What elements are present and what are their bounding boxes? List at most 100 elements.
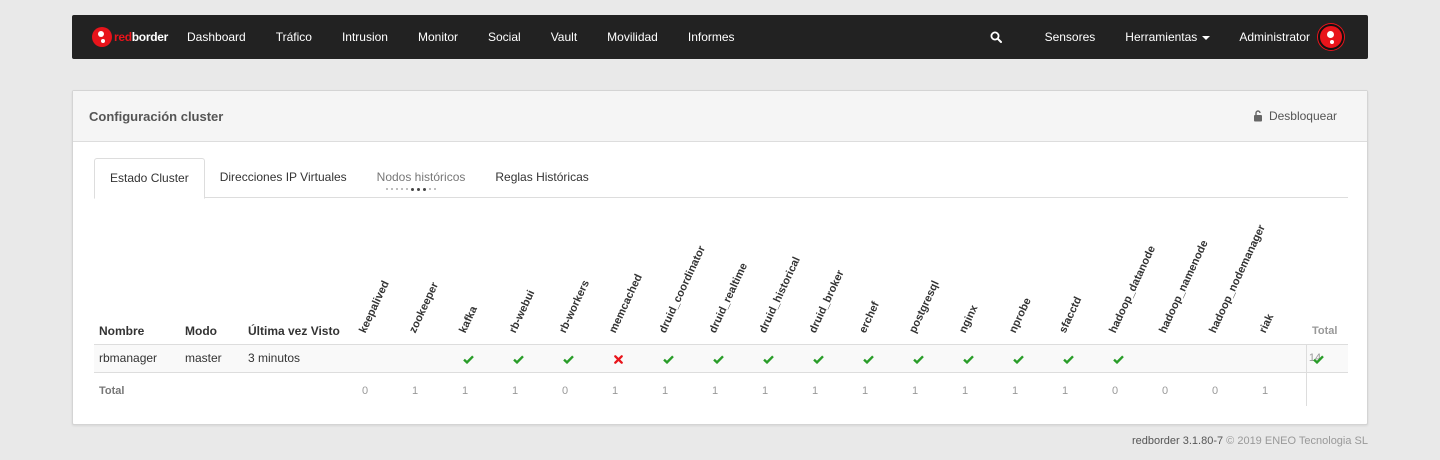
- nav-sensores[interactable]: Sensores: [1030, 15, 1111, 59]
- col-header-service: nginx: [957, 303, 981, 335]
- brand-logo-link[interactable]: redborder: [92, 27, 168, 47]
- column-total: 1: [661, 385, 669, 397]
- column-total: 0: [1161, 385, 1169, 397]
- col-header-service: nprobe: [1007, 296, 1034, 335]
- col-header-last-seen: Última vez Visto: [248, 324, 340, 338]
- check-icon: [912, 353, 924, 365]
- check-icon: [562, 353, 574, 365]
- row-last-seen: 3 minutos: [248, 351, 301, 365]
- col-header-service: hadoop_namenode: [1157, 238, 1211, 335]
- col-header-service: erchef: [857, 299, 882, 335]
- check-icon: [1112, 353, 1124, 365]
- col-header-service: rb-webui: [507, 288, 538, 335]
- tab-bar: Estado Cluster Direcciones IP Virtuales …: [94, 158, 1348, 199]
- unlock-button[interactable]: Desbloquear: [1253, 109, 1351, 123]
- check-icon: [862, 353, 874, 365]
- nav-herramientas-label: Herramientas: [1125, 30, 1198, 44]
- row-divider: [94, 372, 1348, 373]
- check-icon: [962, 353, 974, 365]
- col-header-service: hadoop_datanode: [1107, 244, 1159, 335]
- brand-name-white: border: [131, 30, 169, 44]
- column-total: 1: [911, 385, 919, 397]
- tab-nodos-historicos[interactable]: Nodos históricos: [362, 158, 481, 198]
- col-header-service: rb-workers: [557, 278, 593, 335]
- check-icon: [712, 353, 724, 365]
- nav-dashboard[interactable]: Dashboard: [172, 15, 261, 59]
- check-icon: [1312, 353, 1324, 365]
- caret-down-icon: [1202, 35, 1211, 40]
- redborder-logo-icon: [92, 27, 112, 47]
- column-total: 1: [411, 385, 419, 397]
- footer: redborder 3.1.80-7 © 2019 ENEO Tecnologi…: [1132, 435, 1368, 447]
- nav-monitor[interactable]: Monitor: [403, 15, 473, 59]
- panel-title: Configuración cluster: [89, 108, 224, 124]
- check-icon: [462, 353, 474, 365]
- avatar: [1318, 24, 1344, 50]
- unlock-icon: [1253, 110, 1262, 122]
- tab-direcciones-ip[interactable]: Direcciones IP Virtuales: [205, 158, 362, 198]
- nav-intrusion[interactable]: Intrusion: [327, 15, 403, 59]
- column-total: 0: [1211, 385, 1219, 397]
- cluster-status-table: Nombre Modo Última vez Visto Total rbman…: [94, 198, 1348, 414]
- column-total: 1: [1011, 385, 1019, 397]
- user-name: Administrator: [1239, 30, 1310, 44]
- column-total: 0: [361, 385, 369, 397]
- tab-nodos-historicos-label: Nodos históricos: [376, 170, 466, 184]
- col-header-service: memcached: [607, 272, 645, 335]
- tab-estado-cluster[interactable]: Estado Cluster: [94, 158, 205, 199]
- col-header-service: druid_coordinator: [657, 244, 709, 335]
- col-header-service: keepalived: [357, 278, 392, 335]
- row-name: rbmanager: [99, 351, 158, 365]
- column-total: 1: [1261, 385, 1269, 397]
- column-total: 1: [461, 385, 469, 397]
- user-menu[interactable]: Administrator: [1225, 15, 1368, 59]
- column-total: 0: [561, 385, 569, 397]
- column-total: 1: [811, 385, 819, 397]
- unlock-label: Desbloquear: [1268, 109, 1337, 123]
- nav-right-group: Sensores Herramientas Administrator: [974, 15, 1368, 59]
- column-total: 0: [1111, 385, 1119, 397]
- footer-copyright: © 2019 ENEO Tecnologia SL: [1226, 435, 1368, 447]
- nav-social[interactable]: Social: [473, 15, 536, 59]
- column-total: 1: [961, 385, 969, 397]
- brand-name: redborder: [114, 30, 168, 44]
- nav-movilidad[interactable]: Movilidad: [592, 15, 673, 59]
- col-header-name: Nombre: [99, 324, 145, 338]
- cross-icon: [612, 353, 624, 365]
- check-icon: [1012, 353, 1024, 365]
- row-mode: master: [185, 351, 222, 365]
- col-header-service: sfacctd: [1057, 295, 1085, 335]
- col-header-service: postgresql: [907, 278, 942, 335]
- total-col-divider: [1306, 344, 1307, 406]
- search-icon[interactable]: [974, 15, 1018, 59]
- column-total: 1: [1061, 385, 1069, 397]
- column-total: 1: [861, 385, 869, 397]
- column-total: 1: [611, 385, 619, 397]
- check-icon: [762, 353, 774, 365]
- check-icon: [512, 353, 524, 365]
- check-icon: [662, 353, 674, 365]
- nav-trafico[interactable]: Tráfico: [261, 15, 327, 59]
- col-header-mode: Modo: [185, 324, 217, 338]
- cluster-config-panel: Configuración cluster Desbloquear Estado…: [72, 90, 1368, 425]
- brand-name-red: red: [114, 30, 132, 44]
- totals-label: Total: [99, 385, 125, 397]
- tab-reglas-historicas[interactable]: Reglas Históricas: [480, 158, 603, 198]
- nav-vault[interactable]: Vault: [536, 15, 592, 59]
- col-header-total: Total: [1312, 325, 1338, 337]
- col-header-service: zookeeper: [407, 280, 441, 335]
- footer-product: redborder 3.1.80-7: [1131, 435, 1224, 447]
- nav-informes[interactable]: Informes: [673, 15, 750, 59]
- top-navbar: redborder Dashboard Tráfico Intrusion Mo…: [72, 15, 1368, 59]
- col-header-service: kafka: [457, 304, 480, 335]
- nav-herramientas-dropdown[interactable]: Herramientas: [1110, 15, 1225, 59]
- col-header-service: druid_broker: [807, 268, 847, 335]
- col-header-service: hadoop_nodemanager: [1207, 223, 1268, 335]
- panel-heading: Configuración cluster Desbloquear: [73, 91, 1367, 142]
- column-total: 1: [761, 385, 769, 397]
- column-total: 1: [511, 385, 519, 397]
- col-header-service: druid_realtime: [707, 261, 751, 335]
- col-header-service: riak: [1257, 312, 1277, 335]
- check-icon: [1062, 353, 1074, 365]
- column-total: 1: [711, 385, 719, 397]
